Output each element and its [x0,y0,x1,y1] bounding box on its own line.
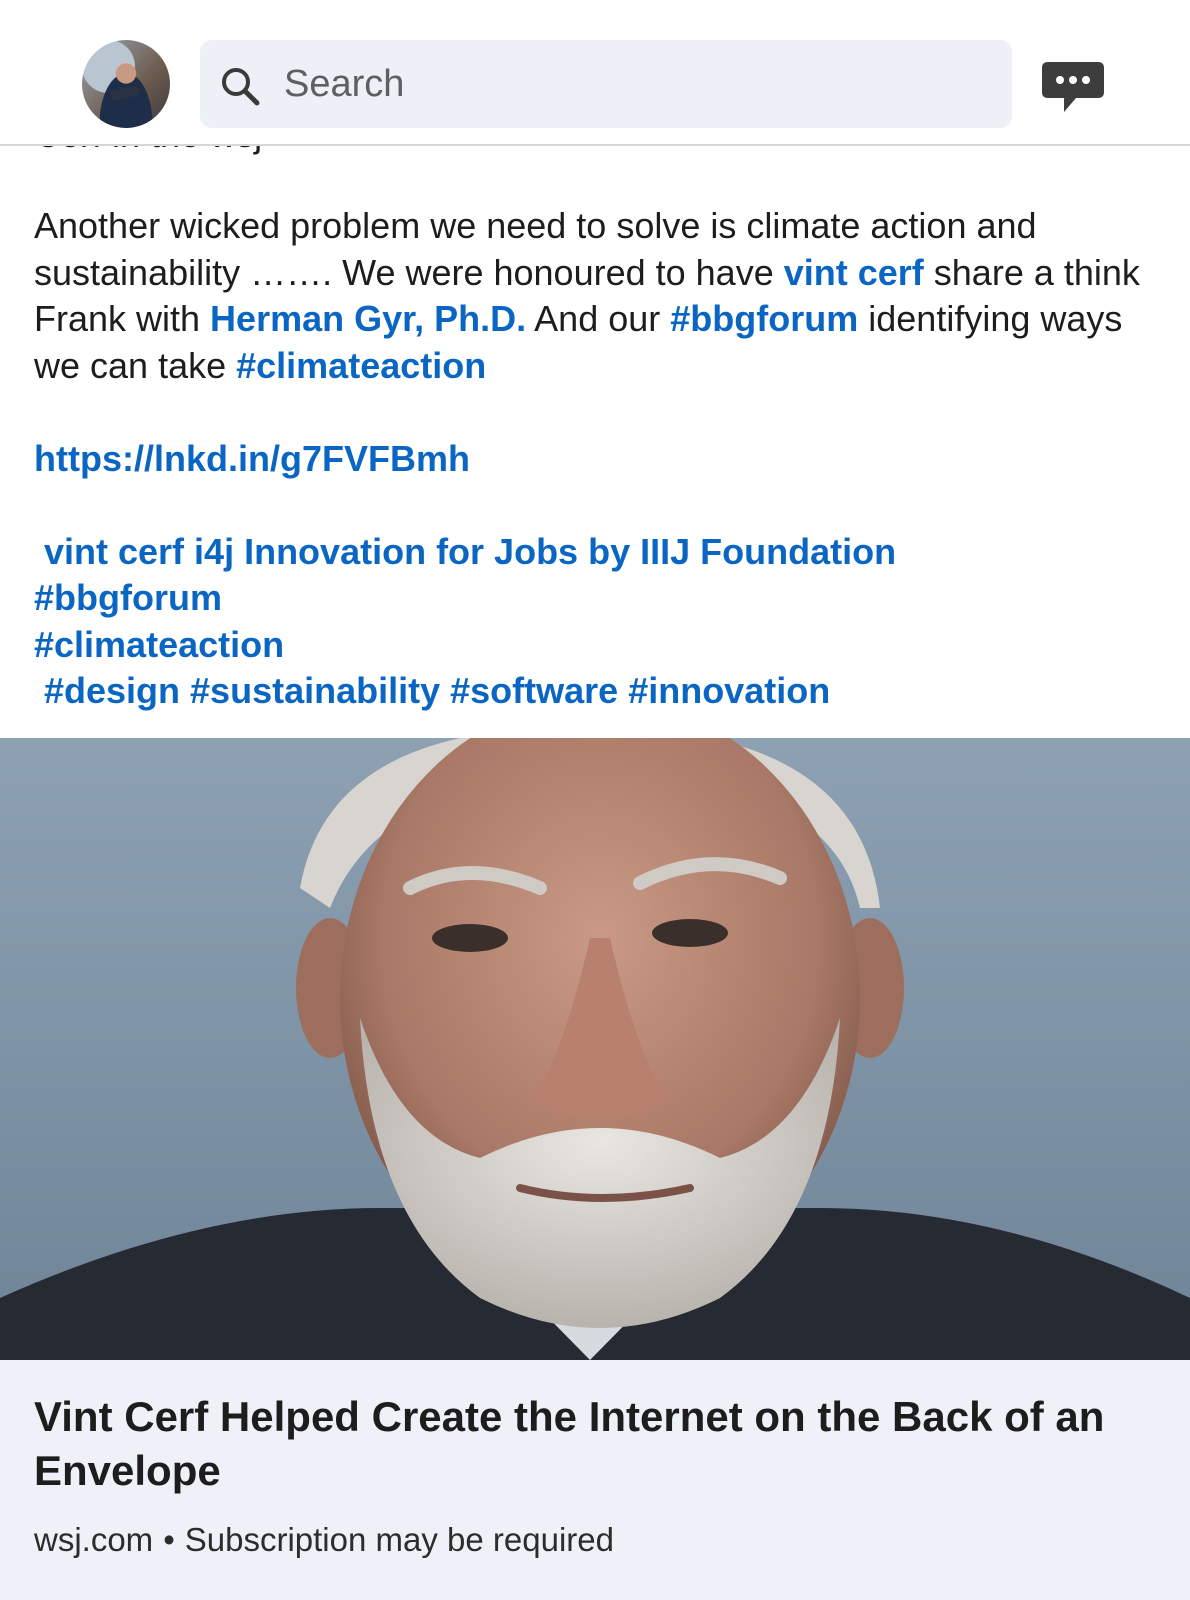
mention-herman-gyr[interactable]: Herman Gyr, Ph.D. [210,298,526,339]
hashtag-bbgforum[interactable]: #bbgforum [670,298,858,339]
tags-line-mentions[interactable]: vint cerf i4j Innovation for Jobs by III… [44,531,896,572]
article-title[interactable]: Vint Cerf Helped Create the Internet on … [34,1390,1164,1498]
article-card[interactable]: Vint Cerf Helped Create the Internet on … [0,1360,1190,1600]
post-text: And our [526,298,671,339]
search-icon [222,68,260,106]
post-url-link[interactable]: https://lnkd.in/g7FVFBmh [34,438,470,479]
post-paragraph: Another wicked problem we need to solve … [34,203,1164,389]
profile-avatar[interactable] [82,40,170,128]
portrait-illustration [0,738,1190,1360]
meta-separator: • [163,1521,175,1558]
top-bar: Search [0,0,1190,146]
post-body: Another wicked problem we need to solve … [34,203,1164,715]
article-meta: wsj.com • Subscription may be required [34,1520,614,1560]
search-placeholder: Search [284,63,405,105]
tags-line-topics[interactable]: #design #sustainability #software #innov… [44,670,830,711]
search-bar[interactable]: Search [200,40,1012,128]
article-image[interactable] [0,738,1190,1360]
hashtag-climateaction[interactable]: #climateaction [236,345,486,386]
mention-vint-cerf[interactable]: vint cerf [784,252,924,293]
messaging-icon[interactable] [1040,58,1106,116]
subscription-note: Subscription may be required [184,1521,614,1558]
article-source: wsj.com [34,1521,154,1558]
tags-line-climateaction[interactable]: #climateaction [34,624,284,665]
tags-line-bbgforum[interactable]: #bbgforum [34,577,222,618]
